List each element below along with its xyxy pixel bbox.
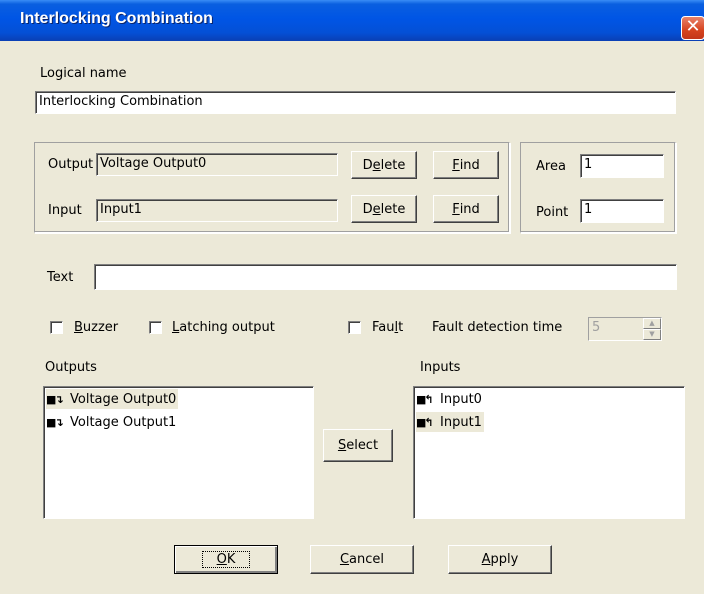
buzzer-checkbox[interactable] bbox=[50, 321, 63, 334]
fault-label[interactable]: Fault bbox=[372, 320, 403, 335]
list-item[interactable]: ■↴ Voltage Output1 bbox=[46, 412, 178, 432]
close-icon: ✕ bbox=[685, 16, 701, 37]
text-label: Text bbox=[47, 270, 74, 285]
output-label: Output bbox=[48, 157, 94, 172]
point-input[interactable]: 1 bbox=[580, 199, 664, 223]
inputs-label: Inputs bbox=[420, 360, 461, 375]
fault-checkbox[interactable] bbox=[348, 321, 361, 334]
output-arrow-icon: ■↴ bbox=[46, 415, 64, 429]
area-input[interactable]: 1 bbox=[580, 154, 664, 178]
ok-button[interactable]: OK bbox=[174, 545, 278, 574]
logical-name-input[interactable]: Interlocking Combination bbox=[35, 91, 676, 114]
close-button[interactable]: ✕ bbox=[681, 16, 704, 40]
outputs-label: Outputs bbox=[45, 360, 97, 375]
input-field: Input1 bbox=[96, 199, 338, 222]
title-bar: Interlocking Combination bbox=[0, 0, 704, 41]
list-item[interactable]: ■↰ Input0 bbox=[416, 389, 484, 409]
latching-output-checkbox[interactable] bbox=[149, 321, 162, 334]
delete-output-button[interactable]: De lete bbox=[351, 151, 417, 179]
input-label: Input bbox=[48, 203, 82, 218]
find-output-button[interactable]: Find bbox=[433, 151, 499, 179]
window-title: Interlocking Combination bbox=[20, 10, 213, 27]
apply-button[interactable]: Apply bbox=[448, 545, 552, 574]
point-label: Point bbox=[536, 205, 569, 220]
select-button[interactable]: Select bbox=[323, 429, 393, 462]
list-item[interactable]: ■↰ Input1 bbox=[416, 412, 484, 432]
input-arrow-icon: ■↰ bbox=[416, 415, 434, 429]
latching-output-label[interactable]: Latching output bbox=[172, 320, 275, 335]
list-item[interactable]: ■↴ Voltage Output0 bbox=[46, 389, 179, 409]
spin-down-icon: ▼ bbox=[643, 329, 661, 340]
outputs-list[interactable]: ■↴ Voltage Output0 ■↴ Voltage Output1 bbox=[43, 386, 314, 519]
logical-name-label: Logical name bbox=[40, 66, 127, 81]
area-label: Area bbox=[536, 159, 566, 174]
cancel-button[interactable]: Cancel bbox=[310, 545, 414, 574]
inputs-list[interactable]: ■↰ Input0 ■↰ Input1 bbox=[413, 386, 685, 519]
delete-input-button[interactable]: De lete bbox=[351, 195, 417, 223]
buzzer-label[interactable]: Buzzer bbox=[74, 320, 118, 335]
input-arrow-icon: ■↰ bbox=[416, 392, 434, 406]
fault-detection-time-spinner: 5 ▲ ▼ bbox=[588, 317, 662, 341]
output-arrow-icon: ■↴ bbox=[46, 392, 64, 406]
spin-up-icon: ▲ bbox=[643, 318, 661, 329]
text-input[interactable] bbox=[94, 264, 677, 290]
fault-detection-time-label: Fault detection time bbox=[432, 320, 563, 335]
output-field: Voltage Output0 bbox=[96, 153, 338, 176]
find-input-button[interactable]: Find bbox=[433, 195, 499, 223]
